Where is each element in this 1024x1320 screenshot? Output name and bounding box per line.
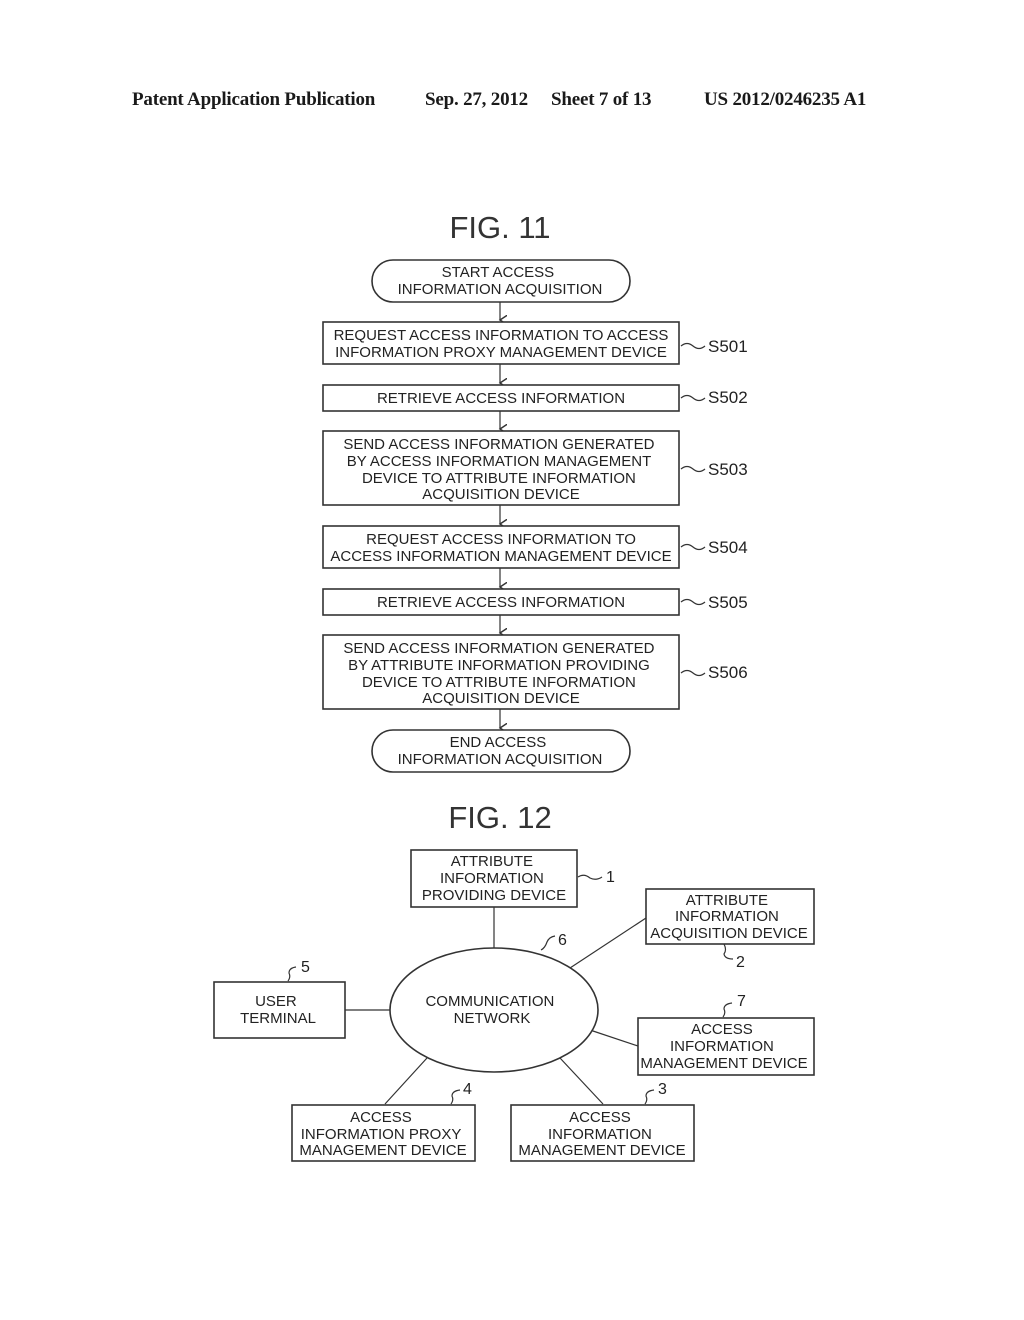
label-line: INFORMATION [548, 1126, 652, 1143]
patent-drawing: START ACCESS INFORMATION ACQUISITION REQ… [213, 259, 815, 1162]
leader-line [680, 394, 706, 402]
step-s504: REQUEST ACCESS INFORMATION TO ACCESS INFO… [322, 525, 748, 569]
label-line: INFORMATION [675, 908, 779, 925]
device-attribute-acquisition: ATTRIBUTE INFORMATION ACQUISITION DEVICE… [645, 888, 815, 971]
label-line: SEND ACCESS INFORMATION GENERATED [343, 436, 654, 453]
leader-line [722, 1002, 733, 1018]
label-line: INFORMATION ACQUISITION [398, 281, 603, 298]
label-line: COMMUNICATION [425, 993, 554, 1010]
label-line: ACCESS INFORMATION MANAGEMENT DEVICE [330, 548, 671, 565]
step-id: S502 [708, 388, 748, 407]
label-line: INFORMATION PROXY MANAGEMENT DEVICE [335, 344, 667, 361]
label-line: INFORMATION ACQUISITION [398, 751, 603, 768]
step-id: S505 [708, 593, 748, 612]
device-access-proxy-management: ACCESS INFORMATION PROXY MANAGEMENT DEVI… [291, 1081, 476, 1162]
device-user-terminal: USER TERMINAL 5 [213, 959, 346, 1039]
label-line: USER [255, 993, 297, 1010]
device-access-management-bottom: ACCESS INFORMATION MANAGEMENT DEVICE 3 [510, 1081, 695, 1162]
label-line: REQUEST ACCESS INFORMATION TO ACCESS [334, 327, 669, 344]
leader-line [450, 1089, 461, 1105]
leader-line [680, 543, 706, 551]
step-s505: RETRIEVE ACCESS INFORMATION S505 [322, 588, 748, 616]
leader-line [680, 342, 706, 350]
step-s502: RETRIEVE ACCESS INFORMATION S502 [322, 384, 748, 412]
label-line: MANAGEMENT DEVICE [640, 1055, 807, 1072]
leader-line [644, 1089, 655, 1105]
label-line: BY ACCESS INFORMATION MANAGEMENT [347, 453, 651, 470]
step-id: S501 [708, 337, 748, 356]
label: 2 [736, 954, 745, 971]
label: RETRIEVE ACCESS INFORMATION [377, 390, 625, 407]
label: 7 [737, 993, 746, 1010]
label-line: DEVICE TO ATTRIBUTE INFORMATION [362, 470, 636, 487]
label: REQUEST ACCESS INFORMATION TO ACCESS INFO… [334, 327, 669, 361]
label-line: ACQUISITION DEVICE [650, 925, 808, 942]
label-line: TERMINAL [240, 1010, 316, 1027]
leader-line [680, 465, 706, 473]
label-line: INFORMATION [670, 1038, 774, 1055]
label: REQUEST ACCESS INFORMATION TO ACCESS INFO… [330, 531, 671, 565]
link-4 [384, 1057, 428, 1105]
leader-line [287, 966, 297, 982]
step-id: S506 [708, 663, 748, 682]
step-id: S503 [708, 460, 748, 479]
ref-number: 6 [558, 932, 567, 949]
label-line: ACQUISITION DEVICE [422, 690, 580, 707]
label-line: RETRIEVE ACCESS INFORMATION [377, 594, 625, 611]
step-id: S504 [708, 538, 748, 557]
label-line: ATTRIBUTE [451, 853, 533, 870]
label-line: ACCESS [569, 1109, 631, 1126]
device-attribute-providing: ATTRIBUTE INFORMATION PROVIDING DEVICE 1 [410, 849, 615, 908]
label-line: NETWORK [454, 1010, 531, 1027]
leader-line [723, 943, 734, 960]
label-line: PROVIDING DEVICE [422, 887, 566, 904]
label-line: REQUEST ACCESS INFORMATION TO [366, 531, 636, 548]
label-line: DEVICE TO ATTRIBUTE INFORMATION [362, 674, 636, 691]
leader-line [540, 935, 556, 951]
step-s506: SEND ACCESS INFORMATION GENERATED BY ATT… [322, 634, 748, 710]
label-line: MANAGEMENT DEVICE [518, 1142, 685, 1159]
label-line: ACCESS [691, 1021, 753, 1038]
label-line: END ACCESS [450, 734, 547, 751]
label: 1 [606, 869, 615, 886]
label-line: ACQUISITION DEVICE [422, 486, 580, 503]
label-line: INFORMATION PROXY [301, 1126, 462, 1143]
label: 4 [463, 1081, 472, 1098]
leader-line [577, 874, 603, 880]
label-line: MANAGEMENT DEVICE [299, 1142, 466, 1159]
label: RETRIEVE ACCESS INFORMATION [377, 594, 625, 611]
label-line: RETRIEVE ACCESS INFORMATION [377, 390, 625, 407]
step-s501: REQUEST ACCESS INFORMATION TO ACCESS INFO… [322, 321, 748, 365]
label-line: INFORMATION [440, 870, 544, 887]
label: 3 [658, 1081, 667, 1098]
label-line: BY ATTRIBUTE INFORMATION PROVIDING [348, 657, 650, 674]
fig12-network-diagram: COMMUNICATION NETWORK 6 ATTRIBUTE INFORM… [213, 849, 815, 1162]
link-7 [589, 1029, 639, 1047]
label-line: ATTRIBUTE [686, 892, 768, 909]
label-line: SEND ACCESS INFORMATION GENERATED [343, 640, 654, 657]
link-2 [569, 917, 647, 969]
leader-line [680, 669, 706, 677]
link-3 [559, 1057, 604, 1105]
fig11-flowchart: START ACCESS INFORMATION ACQUISITION REQ… [322, 259, 748, 773]
label-line: START ACCESS [442, 264, 555, 281]
device-access-management-right: ACCESS INFORMATION MANAGEMENT DEVICE 7 [637, 993, 815, 1076]
label-line: ACCESS [350, 1109, 412, 1126]
label: 5 [301, 959, 310, 976]
step-s503: SEND ACCESS INFORMATION GENERATED BY ACC… [322, 430, 748, 506]
leader-line [680, 598, 706, 606]
